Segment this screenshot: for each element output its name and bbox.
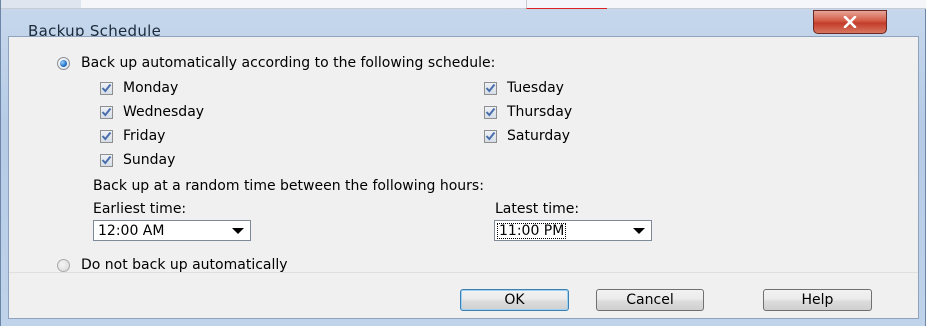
saturday-label: Saturday xyxy=(507,128,571,144)
earliest-time-label: Earliest time: xyxy=(93,201,187,217)
day-monday[interactable]: Monday xyxy=(100,80,178,96)
chevron-down-icon xyxy=(633,228,645,234)
saturday-checkbox[interactable] xyxy=(484,129,497,143)
cancel-button[interactable]: Cancel xyxy=(596,289,704,311)
ok-button[interactable]: OK xyxy=(460,289,569,311)
background-tab xyxy=(1,0,81,8)
random-time-label: Back up at a random time between the fol… xyxy=(93,178,484,194)
auto-backup-radio-row[interactable]: Back up automatically according to the f… xyxy=(57,55,495,71)
checkmark-icon xyxy=(485,107,496,117)
checkmark-icon xyxy=(485,131,496,141)
backup-schedule-dialog: Backup Schedule Back up automatically ac… xyxy=(0,0,926,326)
friday-label: Friday xyxy=(123,128,166,144)
friday-checkbox[interactable] xyxy=(100,129,113,143)
thursday-label: Thursday xyxy=(507,104,573,120)
checkmark-icon xyxy=(101,131,112,141)
button-area-divider xyxy=(9,272,918,273)
close-button[interactable] xyxy=(813,10,887,34)
dialog-client-area: Back up automatically according to the f… xyxy=(8,36,919,319)
checkmark-icon xyxy=(101,83,112,93)
close-icon xyxy=(843,16,857,28)
sunday-checkbox[interactable] xyxy=(100,153,113,167)
monday-checkbox[interactable] xyxy=(100,81,113,95)
manual-backup-radio[interactable] xyxy=(57,258,70,272)
latest-time-value: 11:00 PM xyxy=(497,222,567,239)
day-sunday[interactable]: Sunday xyxy=(100,152,175,168)
checkmark-icon xyxy=(101,107,112,117)
tuesday-label: Tuesday xyxy=(507,80,564,96)
day-saturday[interactable]: Saturday xyxy=(484,128,570,144)
thursday-checkbox[interactable] xyxy=(484,105,497,119)
latest-time-dropdown[interactable]: 11:00 PM xyxy=(494,220,652,241)
day-friday[interactable]: Friday xyxy=(100,128,165,144)
checkmark-icon xyxy=(101,155,112,165)
auto-backup-radio[interactable] xyxy=(57,56,70,70)
wednesday-checkbox[interactable] xyxy=(100,105,113,119)
tuesday-checkbox[interactable] xyxy=(484,81,497,95)
checkmark-icon xyxy=(485,83,496,93)
help-button[interactable]: Help xyxy=(763,289,872,311)
latest-time-label: Latest time: xyxy=(495,201,580,217)
auto-backup-label: Back up automatically according to the f… xyxy=(81,55,496,71)
sunday-label: Sunday xyxy=(123,152,176,168)
radio-selected-dot xyxy=(60,59,67,67)
day-wednesday[interactable]: Wednesday xyxy=(100,104,204,120)
manual-backup-label: Do not back up automatically xyxy=(81,257,288,273)
earliest-time-dropdown[interactable]: 12:00 AM xyxy=(93,220,251,241)
day-thursday[interactable]: Thursday xyxy=(484,104,572,120)
title-bar[interactable]: Backup Schedule xyxy=(1,8,926,40)
earliest-time-value: 12:00 AM xyxy=(98,222,165,239)
manual-backup-radio-row[interactable]: Do not back up automatically xyxy=(57,257,288,273)
monday-label: Monday xyxy=(123,80,179,96)
day-tuesday[interactable]: Tuesday xyxy=(484,80,564,96)
wednesday-label: Wednesday xyxy=(123,104,205,120)
chevron-down-icon xyxy=(232,228,244,234)
